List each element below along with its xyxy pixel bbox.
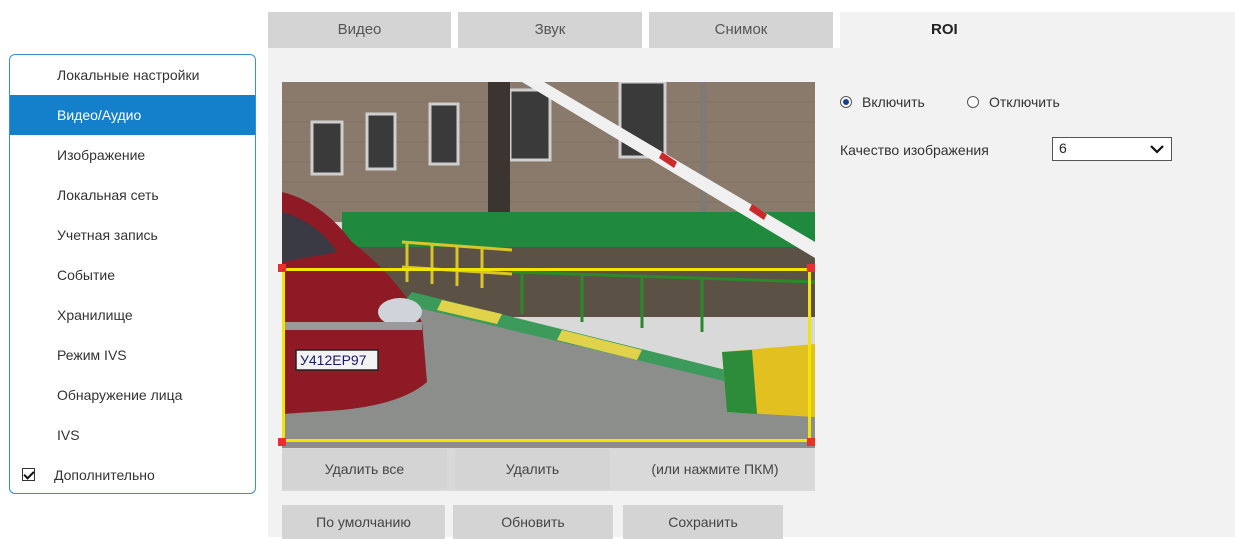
disable-label: Отключить: [989, 94, 1060, 110]
sidebar-item-ivs-mode[interactable]: Режим IVS: [10, 335, 255, 375]
enable-label: Включить: [862, 94, 925, 110]
roi-handle-top-left[interactable]: [278, 264, 286, 272]
sidebar-item-face-detection[interactable]: Обнаружение лица: [10, 375, 255, 415]
advanced-checkbox[interactable]: [22, 468, 35, 481]
disable-radio[interactable]: [967, 96, 979, 108]
sidebar-item-image[interactable]: Изображение: [10, 135, 255, 175]
refresh-button[interactable]: Обновить: [453, 505, 613, 539]
sidebar-item-local-settings[interactable]: Локальные настройки: [10, 55, 255, 95]
delete-button[interactable]: Удалить: [455, 449, 610, 489]
enable-radio[interactable]: [840, 96, 852, 108]
quality-label: Качество изображения: [840, 142, 989, 158]
default-button[interactable]: По умолчанию: [282, 505, 445, 539]
right-click-hint: (или нажмите ПКМ): [651, 461, 779, 477]
tab-video[interactable]: Видео: [268, 12, 451, 48]
sidebar-item-event[interactable]: Событие: [10, 255, 255, 295]
roi-handle-bottom-right[interactable]: [807, 438, 815, 446]
tab-bar: Видео Звук Снимок ROI: [268, 12, 1235, 48]
tab-roi[interactable]: ROI: [840, 12, 1235, 48]
sidebar-item-ivs[interactable]: IVS: [10, 415, 255, 455]
advanced-label: Дополнительно: [54, 467, 155, 483]
roi-handle-bottom-left[interactable]: [278, 438, 286, 446]
roi-region[interactable]: [282, 268, 811, 442]
sidebar-item-advanced[interactable]: Дополнительно: [10, 455, 255, 495]
sidebar: Локальные настройки Видео/Аудио Изображе…: [9, 54, 256, 494]
delete-all-button[interactable]: Удалить все: [282, 449, 447, 489]
save-button[interactable]: Сохранить: [623, 505, 783, 539]
sidebar-item-network[interactable]: Локальная сеть: [10, 175, 255, 215]
quality-value: 6: [1059, 140, 1067, 156]
tab-snapshot[interactable]: Снимок: [649, 12, 833, 48]
sidebar-item-video-audio[interactable]: Видео/Аудио: [10, 95, 255, 135]
sidebar-item-account[interactable]: Учетная запись: [10, 215, 255, 255]
roi-handle-top-right[interactable]: [807, 264, 815, 272]
chevron-down-icon: [1150, 145, 1164, 154]
tab-sound[interactable]: Звук: [458, 12, 642, 48]
quality-select[interactable]: 6: [1052, 137, 1172, 161]
sidebar-item-storage[interactable]: Хранилище: [10, 295, 255, 335]
